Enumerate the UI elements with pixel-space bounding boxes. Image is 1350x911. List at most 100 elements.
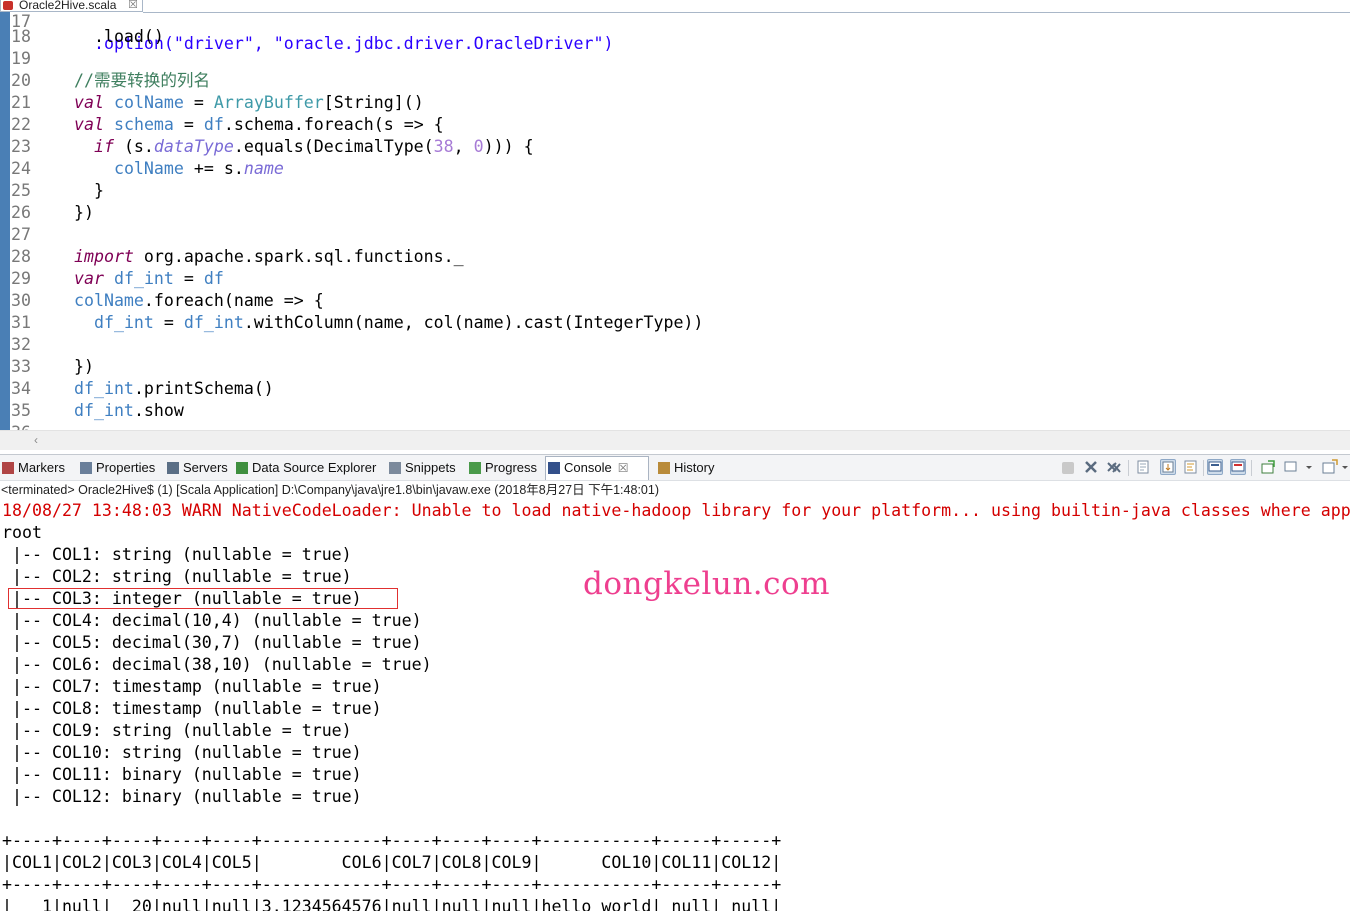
tab-label: History	[674, 460, 715, 475]
line-number: 18	[11, 27, 31, 46]
code-token: ArrayBuffer	[213, 93, 324, 112]
tab-servers[interactable]: Servers	[165, 458, 228, 478]
line-number: 21	[11, 93, 31, 112]
code-text: val schema = df.schema.foreach(s => {	[54, 114, 444, 136]
tab-markers[interactable]: Markers	[0, 458, 65, 478]
pin-console-icon[interactable]	[1260, 459, 1276, 475]
code-token: df_int	[93, 313, 154, 332]
code-text: }	[54, 180, 104, 202]
highlight-annotation-box	[8, 588, 398, 609]
line-number: 20	[11, 71, 31, 90]
tab-label: Snippets	[405, 460, 456, 475]
line-number: 31	[11, 313, 31, 332]
code-text: df_int.printSchema()	[54, 378, 274, 400]
tab-console[interactable]: Console ☒	[545, 456, 649, 480]
code-token: colName	[113, 93, 184, 112]
table-row: |COL1|COL2|COL3|COL4|COL5| COL6|COL7|COL…	[2, 853, 782, 872]
tab-properties[interactable]: Properties	[78, 458, 155, 478]
show-console-on-error-icon[interactable]	[1230, 459, 1246, 475]
tab-strip-border	[143, 12, 1350, 13]
code-token: df_int	[73, 379, 134, 398]
code-token: .equals(DecimalType(	[233, 137, 434, 156]
code-token: .show	[133, 401, 184, 420]
code-editor[interactable]: Oracle2Hive.scala ☒ 17 .option("driver",…	[0, 0, 1350, 450]
line-number: 23	[11, 137, 31, 156]
table-border-line: +----+----+----+----+----+------------+-…	[2, 831, 782, 850]
console-icon	[548, 462, 560, 474]
code-token: 0	[473, 137, 484, 156]
code-token: colName	[73, 291, 144, 310]
code-token: })	[54, 203, 94, 222]
display-selected-console-icon[interactable]	[1284, 459, 1300, 475]
scroll-left-icon[interactable]: ‹	[34, 433, 38, 447]
editor-horizontal-scrollbar[interactable]: ‹	[0, 430, 1350, 450]
code-token: dataType	[153, 137, 234, 156]
code-text: })	[54, 356, 94, 378]
code-token: val	[73, 115, 104, 134]
code-text: colName.foreach(name => {	[54, 290, 324, 312]
open-console-icon[interactable]	[1322, 459, 1338, 475]
console-line: |-- COL8: timestamp (nullable = true)	[2, 699, 382, 718]
console-line: |-- COL4: decimal(10,4) (nullable = true…	[2, 611, 422, 630]
toolbar-separator	[1128, 460, 1129, 476]
tab-history[interactable]: History	[656, 458, 714, 478]
code-token: df	[203, 115, 224, 134]
line-number: 19	[11, 49, 31, 68]
console-line: |-- COL12: binary (nullable = true)	[2, 787, 362, 806]
scroll-lock-icon[interactable]	[1160, 459, 1176, 475]
tab-label: Servers	[183, 460, 228, 475]
close-icon[interactable]: ☒	[618, 461, 629, 475]
watermark: dongkelun.com	[583, 566, 831, 602]
remove-launch-icon[interactable]	[1083, 459, 1099, 475]
code-token: var	[73, 269, 104, 288]
table-row: | 1|null| 20|null|null|3.1234564576|null…	[2, 897, 782, 911]
close-icon[interactable]: ☒	[128, 0, 138, 11]
console-line: |-- COL7: timestamp (nullable = true)	[2, 677, 382, 696]
editor-tab-oracle2hive[interactable]: Oracle2Hive.scala ☒	[0, 0, 143, 12]
tab-label: Properties	[96, 460, 156, 475]
code-token: (s.	[113, 137, 154, 156]
console-line: |-- COL10: string (nullable = true)	[2, 743, 362, 762]
tab-progress[interactable]: Progress	[467, 458, 537, 478]
code-token: if	[93, 137, 114, 156]
clear-console-icon[interactable]	[1136, 459, 1152, 475]
code-token: =	[153, 313, 184, 332]
tab-data-source-explorer[interactable]: Data Source Explorer	[234, 458, 376, 478]
terminate-icon[interactable]	[1062, 462, 1074, 474]
code-text: val colName = ArrayBuffer[String]()	[54, 92, 424, 114]
word-wrap-icon[interactable]	[1183, 459, 1199, 475]
code-token: df_int	[183, 313, 244, 332]
code-token: org.apache.spark.sql.functions._	[133, 247, 464, 266]
line-number: 33	[11, 357, 31, 376]
code-token: .foreach(name => {	[143, 291, 324, 310]
code-text: .load()	[54, 26, 164, 48]
remove-all-terminated-icon[interactable]	[1106, 459, 1122, 475]
console-line: |-- COL6: decimal(38,10) (nullable = tru…	[2, 655, 432, 674]
code-token: name	[243, 159, 284, 178]
console-output[interactable]: 18/08/27 13:48:03 WARN NativeCodeLoader:…	[0, 500, 1350, 911]
line-number: 29	[11, 269, 31, 288]
chevron-down-icon[interactable]	[1304, 459, 1314, 475]
chevron-down-icon[interactable]	[1340, 459, 1350, 475]
code-text: })	[54, 202, 94, 224]
code-token: .printSchema()	[133, 379, 274, 398]
tab-label: Progress	[485, 460, 538, 475]
tab-snippets[interactable]: Snippets	[387, 458, 456, 478]
code-token: .schema.foreach(s => {	[223, 115, 444, 134]
line-number: 30	[11, 291, 31, 310]
line-number: 25	[11, 181, 31, 200]
code-token: =	[173, 269, 204, 288]
show-console-on-output-icon[interactable]	[1207, 459, 1223, 475]
code-token: 38	[433, 137, 454, 156]
console-line: |-- COL5: decimal(30,7) (nullable = true…	[2, 633, 422, 652]
console-warning-line: 18/08/27 13:48:03 WARN NativeCodeLoader:…	[2, 501, 1350, 520]
line-number: 32	[11, 335, 31, 354]
line-number: 28	[11, 247, 31, 266]
